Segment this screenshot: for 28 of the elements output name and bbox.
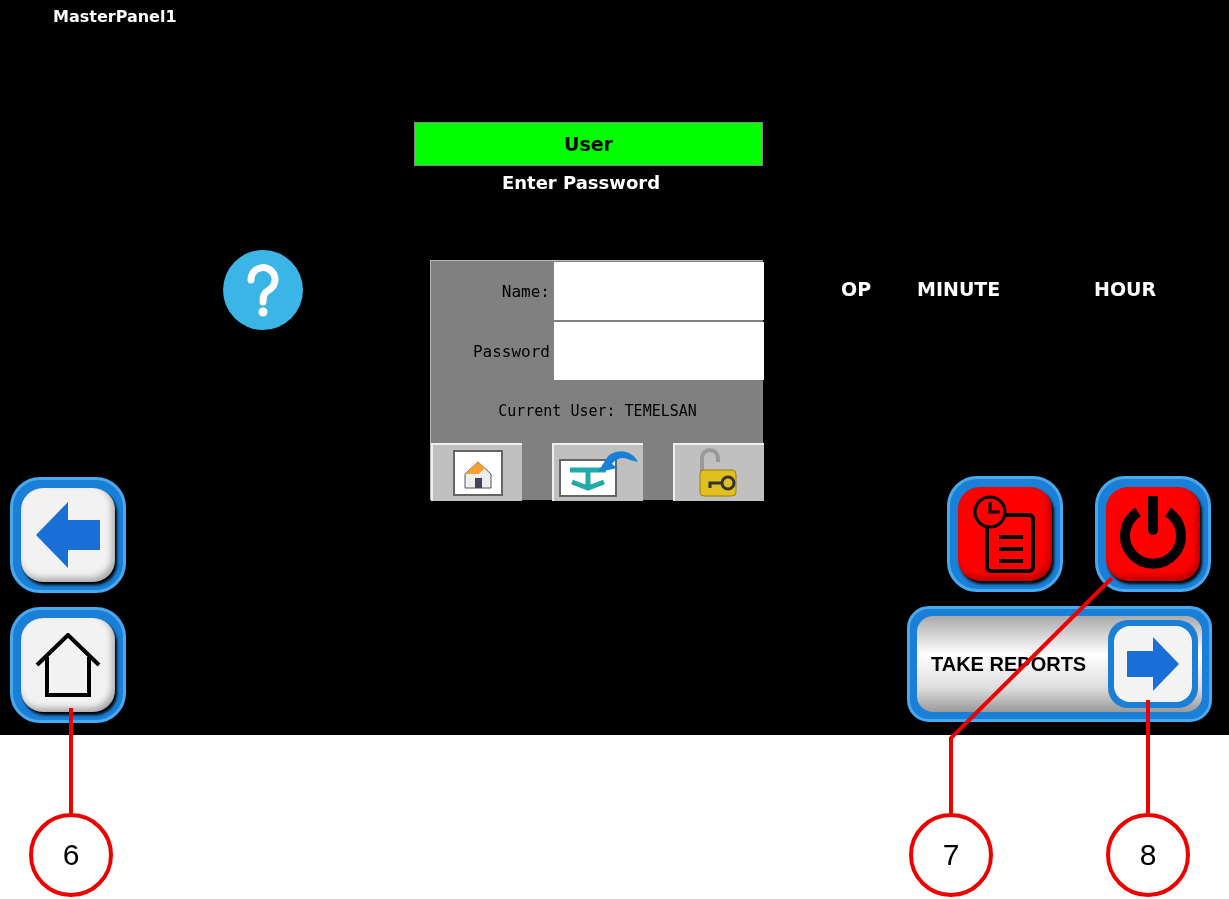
input-field[interactable] (554, 262, 764, 320)
power-button[interactable] (1095, 476, 1211, 592)
input-field[interactable] (554, 322, 764, 380)
callout-number: 8 (1106, 813, 1190, 897)
clock-document-icon (973, 495, 1037, 573)
power-icon (1118, 496, 1188, 572)
help-icon[interactable] (223, 250, 303, 330)
current-user-text: Current User: TEMELSAN (498, 402, 697, 420)
unlock-button[interactable] (673, 443, 764, 501)
right-arrow-icon (1127, 637, 1179, 691)
left-arrow-icon (36, 502, 100, 568)
callout-number: 7 (909, 813, 993, 897)
field-label: Name: (501, 281, 551, 301)
house-icon (35, 633, 101, 697)
home-button[interactable] (10, 607, 126, 723)
callout-number: 6 (29, 813, 113, 897)
column-label: HOUR (1094, 278, 1157, 300)
exit-arrow-icon (557, 448, 640, 498)
column-label: MINUTE (917, 278, 1001, 300)
panel-title: MasterPanel1 (53, 7, 177, 26)
house-icon (452, 450, 503, 496)
schedule-button[interactable] (947, 476, 1063, 592)
exit-button[interactable] (552, 443, 643, 501)
enter-password-text: Enter Password (500, 172, 662, 193)
back-button[interactable] (10, 477, 126, 593)
column-label: OP (841, 278, 872, 300)
user-header: User (414, 122, 763, 166)
field-label: Password (472, 341, 551, 361)
